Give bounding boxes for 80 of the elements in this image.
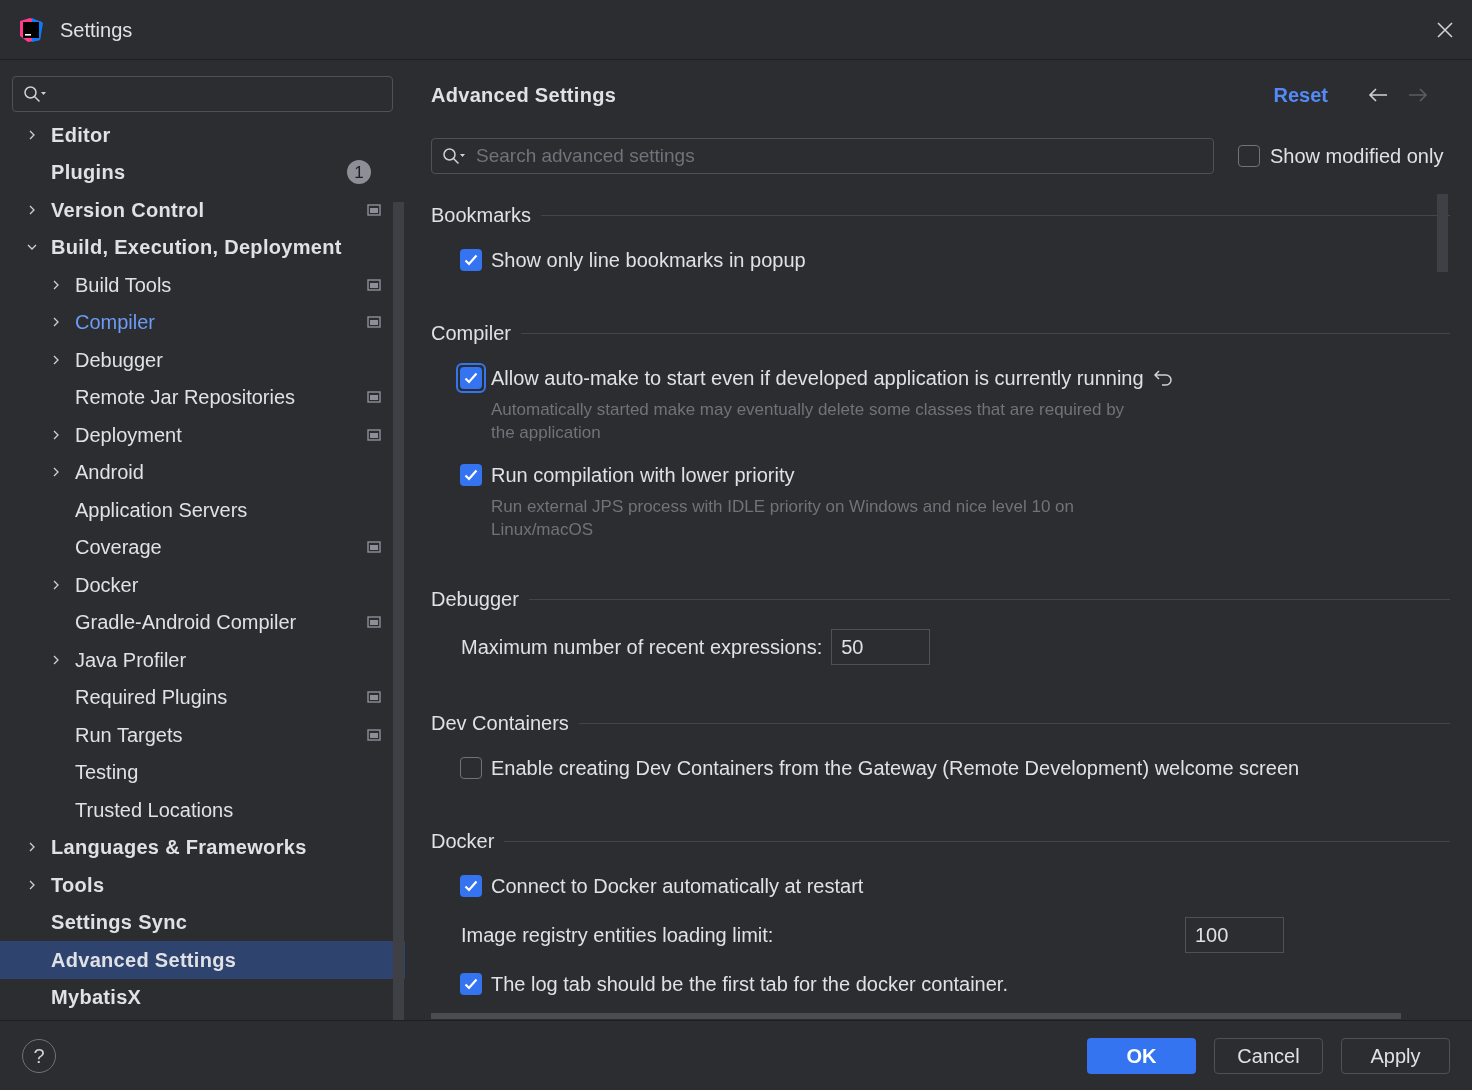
sidebar-item[interactable]: Trusted Locations bbox=[0, 791, 405, 829]
section-heading: Docker bbox=[431, 829, 495, 854]
sidebar-item[interactable]: Plugins 1 bbox=[0, 153, 405, 191]
checkmark-icon bbox=[464, 254, 478, 266]
sidebar-item[interactable]: Coverage bbox=[0, 528, 405, 566]
field-label: Maximum number of recent expressions: bbox=[461, 635, 823, 660]
sidebar-item[interactable]: Docker bbox=[0, 566, 405, 604]
close-icon[interactable] bbox=[1436, 20, 1454, 39]
ok-button[interactable]: OK bbox=[1087, 1037, 1196, 1074]
dialog-button[interactable]: Apply bbox=[1341, 1037, 1450, 1074]
sidebar-item[interactable]: Version Control bbox=[0, 191, 405, 229]
sidebar-item[interactable]: Android bbox=[0, 453, 405, 491]
checkbox[interactable] bbox=[460, 367, 482, 389]
checkbox[interactable] bbox=[460, 757, 482, 779]
checkbox-label: Show modified only bbox=[1270, 144, 1444, 169]
section-heading: Debugger bbox=[431, 587, 519, 612]
sidebar-item[interactable]: Advanced Settings bbox=[0, 941, 405, 979]
dialog-button[interactable]: Cancel bbox=[1214, 1037, 1323, 1074]
reset-link[interactable]: Reset bbox=[1273, 80, 1328, 110]
undo-icon[interactable] bbox=[1152, 369, 1175, 387]
sidebar-item[interactable]: Gradle-Android Compiler bbox=[0, 603, 405, 641]
sidebar-item[interactable]: Compiler bbox=[0, 303, 405, 341]
back-arrow-icon[interactable] bbox=[1368, 88, 1388, 102]
sidebar-item[interactable]: Java Profiler bbox=[0, 641, 405, 679]
sidebar-item[interactable]: Deployment bbox=[0, 416, 405, 454]
checkbox[interactable] bbox=[460, 973, 482, 995]
window-title: Settings bbox=[60, 17, 133, 43]
sidebar-item[interactable]: Build Tools bbox=[0, 266, 405, 304]
setting-description: Automatically started make may eventually delete some classes that are required by the application bbox=[491, 399, 1126, 444]
page-title: Advanced Settings bbox=[431, 83, 617, 108]
project-scope-icon bbox=[367, 616, 381, 629]
sidebar-item[interactable]: Required Plugins bbox=[0, 678, 405, 716]
notification-count: 1 bbox=[347, 160, 371, 185]
project-scope-icon bbox=[367, 728, 381, 741]
project-scope-icon bbox=[367, 691, 381, 704]
checkmark-icon bbox=[464, 372, 478, 384]
project-scope-icon bbox=[367, 203, 381, 216]
checkbox[interactable] bbox=[460, 464, 482, 486]
project-scope-icon bbox=[367, 541, 381, 554]
sidebar-search-field[interactable] bbox=[12, 76, 393, 112]
checkbox[interactable] bbox=[460, 249, 482, 271]
sidebar-item[interactable]: Languages & Frameworks bbox=[0, 828, 405, 866]
horizontal-scrollbar[interactable] bbox=[431, 1013, 1401, 1019]
checkbox-label: Connect to Docker automatically at restart bbox=[491, 874, 864, 899]
sidebar-item[interactable]: Remote Jar Repositories bbox=[0, 378, 405, 416]
section-heading: Bookmarks bbox=[431, 203, 532, 228]
checkmark-icon bbox=[464, 469, 478, 481]
field-label: Image registry entities loading limit: bbox=[461, 923, 774, 948]
project-scope-icon bbox=[367, 428, 381, 441]
section-heading: Dev Containers bbox=[431, 711, 569, 736]
checkmark-icon bbox=[464, 880, 478, 892]
project-scope-icon bbox=[367, 391, 381, 404]
sidebar-item[interactable]: Run Targets bbox=[0, 716, 405, 754]
checkbox-label: Show only line bookmarks in popup bbox=[491, 248, 806, 273]
section-heading: Compiler bbox=[431, 321, 512, 346]
checkmark-icon bbox=[464, 978, 478, 990]
checkbox[interactable] bbox=[460, 875, 482, 897]
sidebar-item[interactable]: Debugger bbox=[0, 341, 405, 379]
scrollbar[interactable] bbox=[1437, 194, 1448, 272]
scrollbar[interactable] bbox=[393, 202, 404, 1020]
checkbox[interactable] bbox=[1238, 145, 1260, 167]
project-scope-icon bbox=[367, 278, 381, 291]
app-logo-icon bbox=[18, 16, 44, 43]
sidebar-item[interactable]: Application Servers bbox=[0, 491, 405, 529]
checkbox-label: The log tab should be the first tab for the docker container. bbox=[491, 972, 1008, 997]
number-field[interactable]: 50 bbox=[831, 629, 931, 665]
sidebar-item[interactable]: Editor bbox=[0, 116, 405, 154]
sidebar-item[interactable]: Tools bbox=[0, 866, 405, 904]
search-icon[interactable] bbox=[442, 147, 466, 165]
sidebar-item[interactable]: Settings Sync bbox=[0, 903, 405, 941]
sidebar-item[interactable]: MybatisX bbox=[0, 978, 405, 1016]
sidebar-item[interactable]: Testing bbox=[0, 753, 405, 791]
checkbox-label: Allow auto-make to start even if developed application is currently running bbox=[491, 366, 1144, 391]
number-field[interactable]: 100 bbox=[1185, 917, 1284, 953]
checkbox-label: Enable creating Dev Containers from the Gateway (Remote Development) welcome screen bbox=[491, 756, 1300, 781]
setting-description: Run external JPS process with IDLE priority on Windows and nice level 10 on Linux/macOS bbox=[491, 496, 1075, 541]
checkbox-label: Run compilation with lower priority bbox=[491, 463, 795, 488]
search-icon[interactable] bbox=[23, 85, 47, 103]
project-scope-icon bbox=[367, 316, 381, 329]
sidebar-item[interactable]: Build, Execution, Deployment bbox=[0, 228, 405, 266]
